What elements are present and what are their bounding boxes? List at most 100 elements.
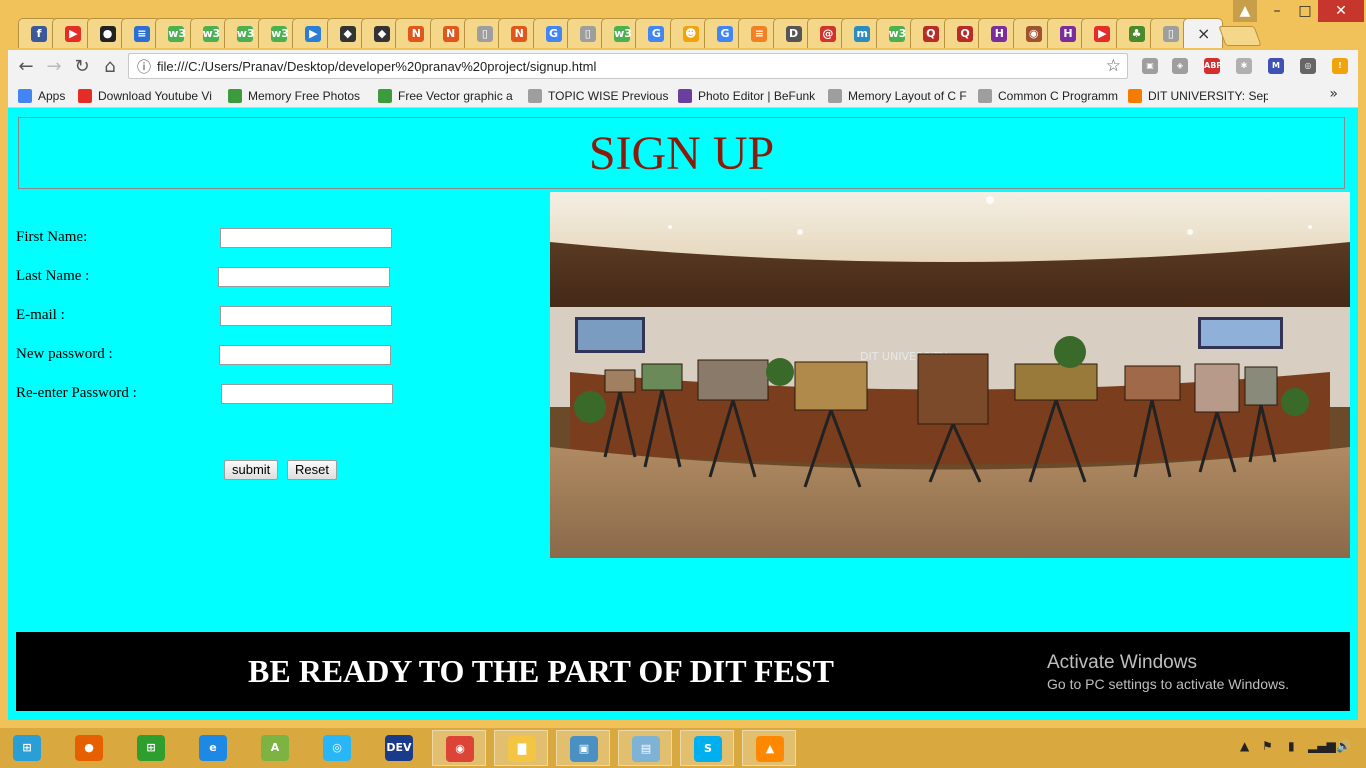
devcpp-icon: DEV <box>385 735 413 761</box>
m-icon: m <box>854 26 871 42</box>
alert-icon[interactable]: ! <box>1332 58 1348 74</box>
new-password-input[interactable] <box>219 345 391 365</box>
bookmark-favicon-icon <box>228 89 242 103</box>
bookmark-item[interactable]: Memory Free Photos <box>228 87 368 105</box>
shareit-icon: ◎ <box>323 735 351 761</box>
taskbar-app[interactable]: ◎ <box>310 730 364 766</box>
forward-button[interactable]: → <box>42 55 66 79</box>
bookmarks-overflow-button[interactable]: » <box>1329 86 1338 102</box>
page-icon: ▯ <box>579 26 596 42</box>
play-icon: ▶ <box>305 26 322 42</box>
activate-windows-watermark: Activate Windows Go to PC settings to ac… <box>1047 652 1289 692</box>
facebook-icon: f <box>31 26 47 42</box>
quora-icon: Q <box>957 26 974 42</box>
taskbar-app[interactable]: ⊞ <box>0 730 54 766</box>
bookmark-item[interactable]: DIT UNIVERSITY: Sept <box>1128 87 1268 105</box>
extension-icon[interactable]: ▣ <box>1142 58 1158 74</box>
watermark-subtitle: Go to PC settings to activate Windows. <box>1047 676 1289 692</box>
email-input[interactable] <box>220 306 392 326</box>
w3schools-icon: w3 <box>614 26 632 42</box>
bookmark-label: Memory Layout of C F <box>848 89 967 103</box>
bookmark-item[interactable]: Memory Layout of C F <box>828 87 968 105</box>
minimize-button[interactable]: – <box>1264 0 1290 22</box>
site-info-icon[interactable]: ⓘ <box>137 57 151 77</box>
maximize-button[interactable]: □ <box>1292 0 1318 22</box>
bookmark-item[interactable]: Photo Editor | BeFunk <box>678 87 818 105</box>
n-icon: N <box>442 26 459 42</box>
volume-icon[interactable]: 🔊 <box>1336 739 1351 753</box>
google-icon: G <box>717 26 733 42</box>
taskbar-app[interactable]: ▤ <box>618 730 672 766</box>
file-explorer-icon: ▇ <box>508 736 536 762</box>
reset-button[interactable]: Reset <box>287 460 337 480</box>
taskbar-app[interactable]: ▣ <box>556 730 610 766</box>
owl-icon: ◉ <box>1025 26 1042 42</box>
gmail-icon[interactable]: M <box>1268 58 1284 74</box>
bookmark-label: Photo Editor | BeFunk <box>698 89 816 103</box>
taskbar-app[interactable]: e <box>186 730 240 766</box>
w3schools-icon: w3 <box>888 26 907 42</box>
internet-explorer-icon: e <box>199 735 227 761</box>
first-name-input[interactable] <box>220 228 392 248</box>
reenter-password-input[interactable] <box>221 384 393 404</box>
bookmark-favicon-icon <box>828 89 842 103</box>
stackoverflow-icon: ≡ <box>751 26 768 42</box>
extension-icon[interactable]: ◎ <box>1300 58 1316 74</box>
h-icon: H <box>991 26 1008 42</box>
w3schools-icon: w3 <box>236 26 255 42</box>
extension-icon[interactable]: ✱ <box>1236 58 1252 74</box>
skype-icon: S <box>694 736 722 762</box>
bookmark-item[interactable]: Common C Programm <box>978 87 1118 105</box>
n-icon: N <box>511 26 528 42</box>
watermark-title: Activate Windows <box>1047 652 1197 673</box>
page-icon: ▯ <box>476 26 493 42</box>
network-signal-icon[interactable]: ▂▄▆ <box>1308 739 1336 753</box>
last-name-input[interactable] <box>218 267 390 287</box>
wolf-icon: ◆ <box>339 26 356 42</box>
active-browser-tab[interactable]: × <box>1183 18 1223 48</box>
adblock-plus-icon[interactable]: ABP <box>1204 58 1222 74</box>
bookmark-item[interactable]: TOPIC WISE Previous <box>528 87 668 105</box>
w3schools-icon: w3 <box>271 26 289 42</box>
taskbar-app[interactable]: ▲ <box>742 730 796 766</box>
address-url[interactable]: file:///C:/Users/Pranav/Desktop/develope… <box>157 59 596 74</box>
taskbar-app[interactable]: S <box>680 730 734 766</box>
email-label: E-mail : <box>16 307 65 323</box>
back-button[interactable]: ← <box>14 55 38 79</box>
battery-icon[interactable]: ▮ <box>1288 739 1295 753</box>
submit-button[interactable]: submit <box>224 460 279 480</box>
taskbar-app[interactable]: ⊞ <box>124 730 178 766</box>
user-profile-button[interactable]: ▲ <box>1233 0 1257 22</box>
address-bar[interactable]: ⓘ file:///C:/Users/Pranav/Desktop/develo… <box>128 53 1128 79</box>
notepad-icon: ▤ <box>632 736 660 762</box>
reload-button[interactable]: ↻ <box>70 55 94 79</box>
action-center-flag-icon[interactable]: ⚑ <box>1262 739 1273 753</box>
footer-slogan: BE READY TO THE PART OF DIT FEST <box>248 653 834 689</box>
extension-icon[interactable]: ◈ <box>1172 58 1188 74</box>
bookmark-item[interactable]: Download Youtube Vi <box>78 87 218 105</box>
page-icon: ▯ <box>1162 26 1179 42</box>
windows-start-icon: ⊞ <box>13 735 41 761</box>
taskbar-app[interactable]: A <box>248 730 302 766</box>
taskbar-app[interactable]: ◉ <box>432 730 486 766</box>
browser-toolbar: ← → ↻ ⌂ ⓘ file:///C:/Users/Pranav/Deskto… <box>8 50 1358 84</box>
new-tab-button[interactable] <box>1218 26 1262 46</box>
firefox-icon: ● <box>75 735 103 761</box>
youtube-icon: ▶ <box>1094 26 1111 42</box>
tray-expand-icon[interactable]: ▲ <box>1240 739 1249 753</box>
wolf-icon: ◆ <box>374 26 390 42</box>
taskbar-app[interactable]: ● <box>62 730 116 766</box>
bookmark-item[interactable]: Free Vector graphic a <box>378 87 518 105</box>
bookmark-favicon-icon <box>978 89 992 103</box>
bookmark-star-icon[interactable]: ☆ <box>1106 56 1121 76</box>
taskbar-app[interactable]: ▇ <box>494 730 548 766</box>
bookmark-label: Free Vector graphic a <box>398 89 513 103</box>
close-tab-icon[interactable]: × <box>1197 24 1210 43</box>
taskbar-app[interactable]: DEV <box>372 730 426 766</box>
store-icon: ⊞ <box>137 735 165 761</box>
close-window-button[interactable]: ✕ <box>1318 0 1364 22</box>
page-title: SIGN UP <box>588 127 775 180</box>
bookmark-label: Apps <box>38 89 66 103</box>
home-button[interactable]: ⌂ <box>98 55 122 79</box>
bookmark-item[interactable]: Apps <box>18 87 76 105</box>
